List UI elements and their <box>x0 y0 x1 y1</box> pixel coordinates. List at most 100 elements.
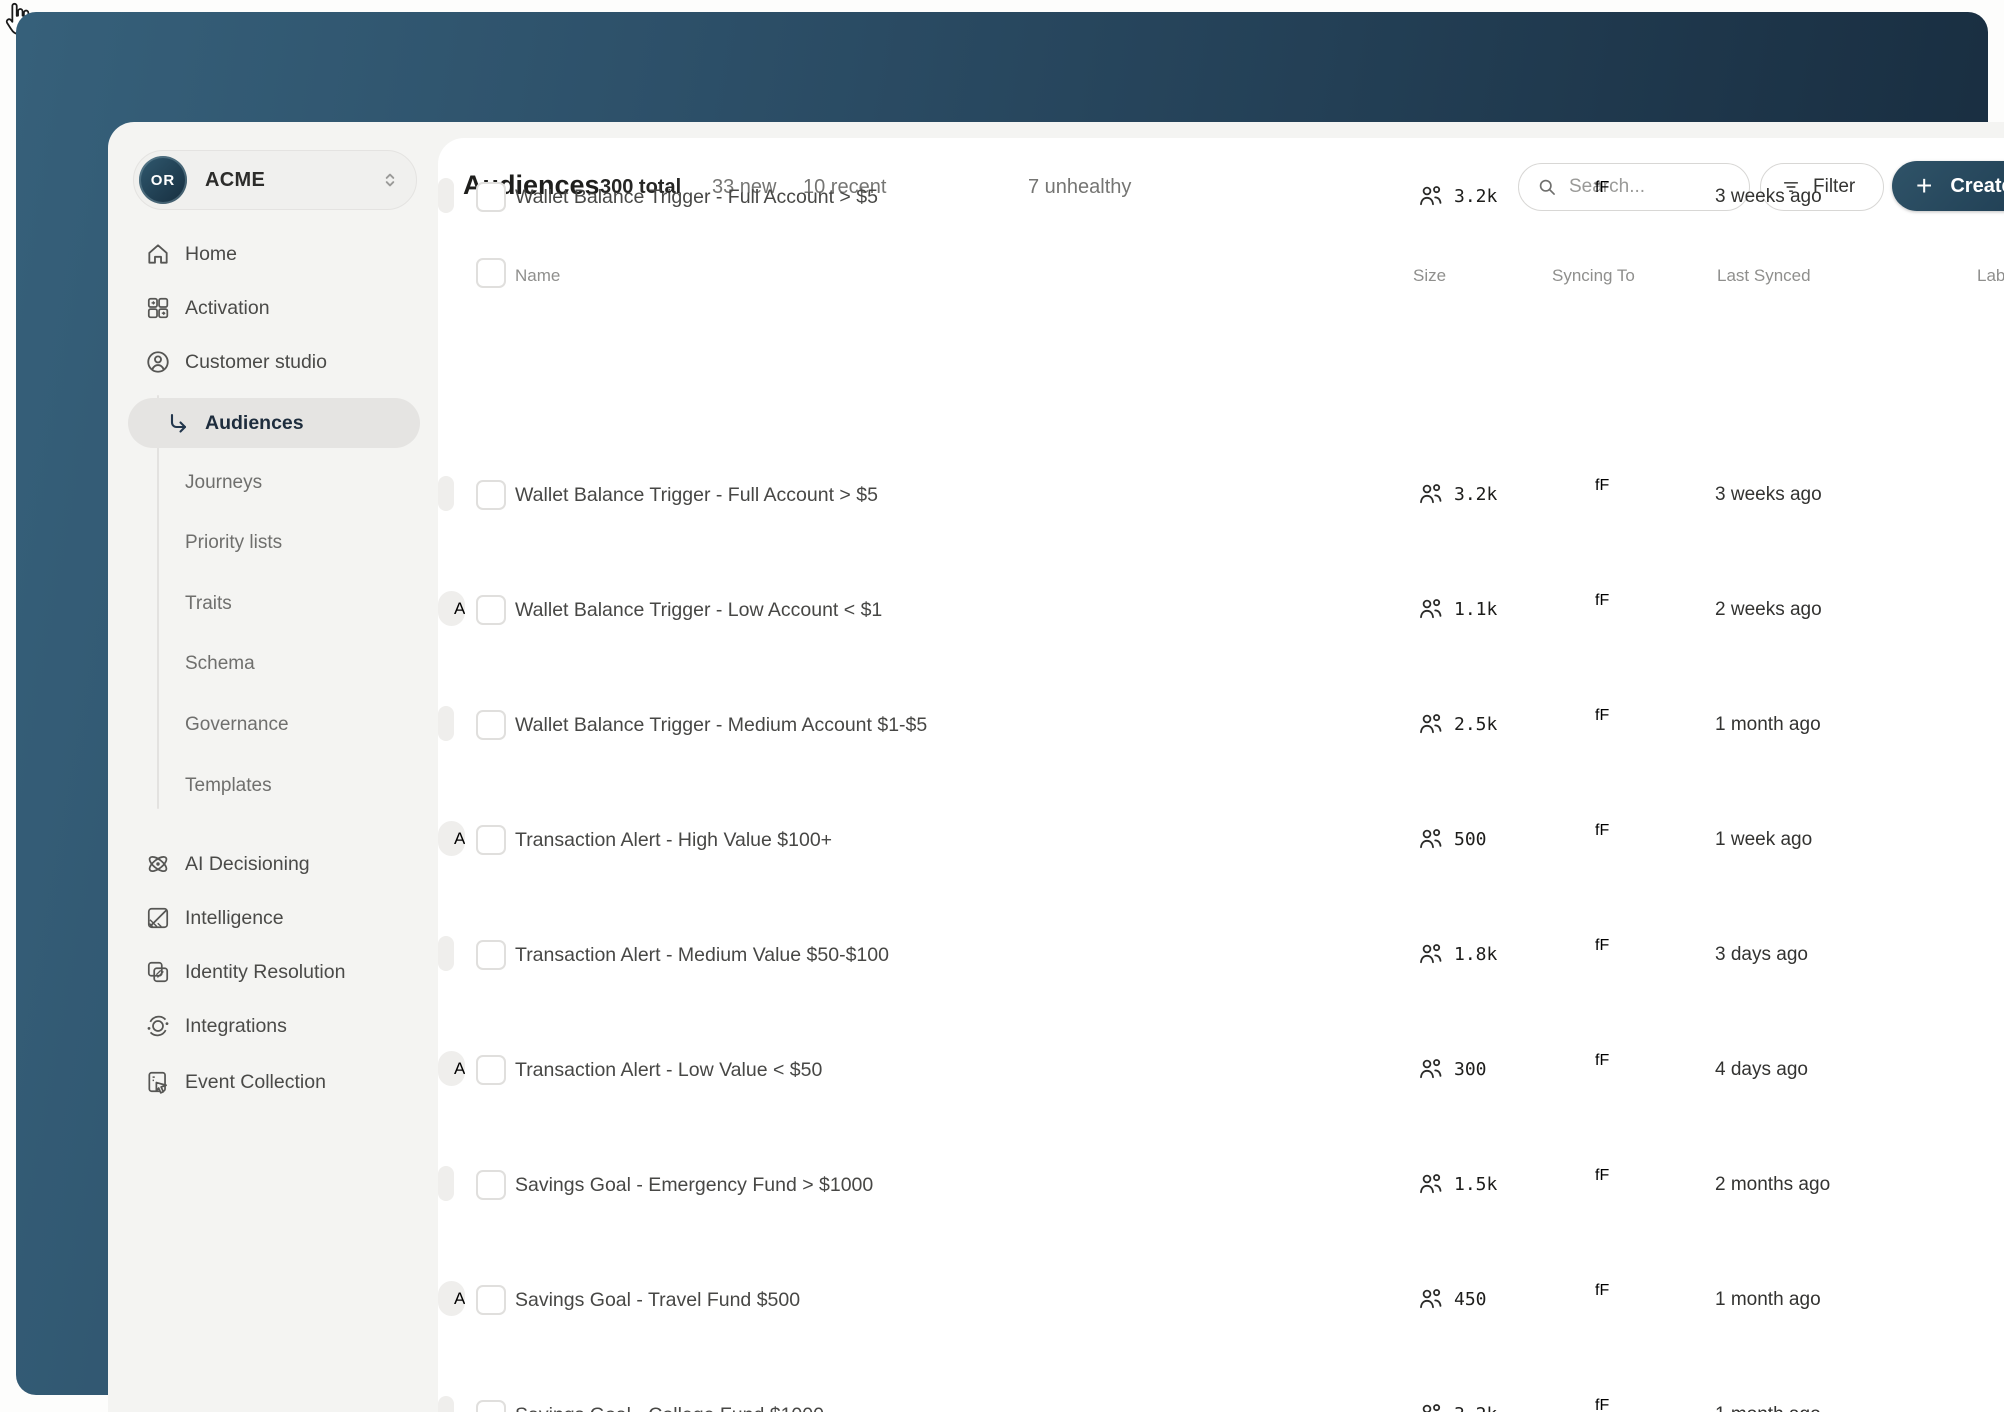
syncing-icons: f F salesforce <box>1595 179 1641 214</box>
table-row[interactable]: Wallet Balance Trigger - Full Account > … <box>438 436 2004 551</box>
sidebar-item-home[interactable]: Home <box>108 227 438 281</box>
label-badge <box>438 1166 454 1201</box>
label-badge <box>438 706 454 741</box>
syncing-icons: f F salesforce <box>1595 707 1641 742</box>
audience-size: 450 <box>1454 1289 1487 1310</box>
overlapping-squares-icon <box>145 959 171 985</box>
table-row[interactable]: Wallet Balance Trigger - Medium Account … <box>438 666 2004 781</box>
sidebar-item-intelligence[interactable]: Intelligence <box>108 891 438 945</box>
audience-size: 3.2k <box>1454 484 1498 505</box>
col-labels: Labels <box>1977 266 2004 285</box>
sidebar-item-audiences[interactable]: Audiences <box>128 398 420 448</box>
users-icon <box>1417 1055 1445 1083</box>
f-logo-icon: F <box>1599 592 1610 609</box>
home-icon <box>145 241 171 267</box>
label-badge <box>438 1396 454 1412</box>
users-icon <box>1417 1400 1445 1412</box>
f-logo-icon: F <box>1599 1052 1610 1069</box>
row-checkbox[interactable] <box>476 595 506 625</box>
table-row[interactable]: Transaction Alert - Low Value < $50 300 … <box>438 1011 2004 1126</box>
row-checkbox[interactable] <box>476 1055 506 1085</box>
table-header: Name Size Syncing To Last Synced Labels <box>438 250 2004 304</box>
sidebar-item-priority-lists[interactable]: Priority lists <box>108 521 438 565</box>
f-logo-icon: F <box>1599 179 1610 196</box>
f-logo-icon: F <box>1599 1167 1610 1184</box>
audience-size: 3.2k <box>1454 186 1498 207</box>
audience-name[interactable]: Wallet Balance Trigger - Low Account < $… <box>515 599 882 622</box>
table-row[interactable]: Savings Goal - Travel Fund $500 450 f F … <box>438 1241 2004 1356</box>
table-row[interactable]: Savings Goal - College Fund $1000 3.2k f… <box>438 1356 2004 1412</box>
row-checkbox[interactable] <box>476 710 506 740</box>
sidebar-item-customer-studio[interactable]: Customer studio <box>108 335 438 389</box>
app-root: OR ACME Home Activation Customer studio … <box>0 0 2004 1412</box>
main-content: Audiences 300 total 33 new 10 recent 7 u… <box>438 138 2004 1412</box>
orbit-icon <box>145 1013 171 1039</box>
f-logo-icon: F <box>1599 1397 1610 1412</box>
row-checkbox[interactable] <box>476 1285 506 1315</box>
row-checkbox[interactable] <box>476 480 506 510</box>
audience-name[interactable]: Wallet Balance Trigger - Full Account > … <box>515 484 878 507</box>
audience-name[interactable]: Transaction Alert - High Value $100+ <box>515 829 832 852</box>
col-name: Name <box>515 266 561 285</box>
last-synced: 2 months ago <box>1715 1174 1831 1195</box>
row-checkbox[interactable] <box>476 1170 506 1200</box>
audience-name[interactable]: Savings Goal - Emergency Fund > $1000 <box>515 1174 873 1197</box>
select-all-checkbox[interactable] <box>476 258 506 288</box>
syncing-icons: f F salesforce <box>1595 477 1641 512</box>
audience-name[interactable]: Transaction Alert - Low Value < $50 <box>515 1059 822 1082</box>
last-synced: 1 month ago <box>1715 1289 1821 1310</box>
audience-name[interactable]: Savings Goal - Travel Fund $500 <box>515 1289 800 1312</box>
sidebar-item-governance[interactable]: Governance <box>108 703 438 747</box>
audience-name[interactable]: Wallet Balance Trigger - Full Account > … <box>515 186 878 209</box>
audience-name[interactable]: Wallet Balance Trigger - Medium Account … <box>515 714 927 737</box>
users-icon <box>1417 1285 1445 1313</box>
syncing-icons: f F salesforce <box>1595 1282 1641 1317</box>
sidebar-item-event-collection[interactable]: Event Collection <box>108 1055 438 1109</box>
sidebar-item-schema[interactable]: Schema <box>108 642 438 686</box>
org-avatar: OR <box>139 156 187 204</box>
table-row[interactable]: Transaction Alert - Medium Value $50-$10… <box>438 896 2004 1011</box>
users-icon <box>1417 595 1445 623</box>
table-row[interactable]: Wallet Balance Trigger - Low Account < $… <box>438 551 2004 666</box>
label-badge: A <box>438 1281 466 1316</box>
table-row[interactable]: Savings Goal - Emergency Fund > $1000 1.… <box>438 1126 2004 1241</box>
sidebar-item-integrations[interactable]: Integrations <box>108 999 438 1053</box>
audience-size: 1.5k <box>1454 1174 1498 1195</box>
row-checkbox[interactable] <box>476 825 506 855</box>
row-checkbox[interactable] <box>476 1400 506 1412</box>
users-icon <box>1417 710 1445 738</box>
event-cursor-icon <box>145 1069 171 1095</box>
last-synced: 2 weeks ago <box>1715 599 1822 620</box>
label-badge <box>438 476 454 511</box>
audience-size: 300 <box>1454 1059 1487 1080</box>
col-last-synced: Last Synced <box>1717 266 1811 285</box>
table-row[interactable]: Wallet Balance Trigger - Full Account > … <box>438 138 2004 253</box>
audience-size: 500 <box>1454 829 1487 850</box>
last-synced: 3 weeks ago <box>1715 186 1822 207</box>
f-logo-icon: F <box>1599 477 1610 494</box>
audience-size: 3.2k <box>1454 1404 1497 1412</box>
atom-icon <box>145 851 171 877</box>
audience-size: 1.8k <box>1454 944 1498 965</box>
label-badge: A <box>438 1051 466 1086</box>
last-synced: 3 days ago <box>1715 944 1808 965</box>
row-checkbox[interactable] <box>476 940 506 970</box>
sidebar-item-ai-decisioning[interactable]: AI Decisioning <box>108 837 438 891</box>
sidebar-item-traits[interactable]: Traits <box>108 582 438 626</box>
last-synced: 1 week ago <box>1715 829 1813 850</box>
syncing-icons: f F salesforce <box>1595 1052 1641 1087</box>
sidebar-item-activation[interactable]: Activation <box>108 281 438 335</box>
sidebar-item-templates[interactable]: Templates <box>108 764 438 808</box>
sidebar: OR ACME Home Activation Customer studio … <box>108 122 438 1412</box>
last-synced: 1 month ago <box>1715 714 1821 735</box>
sidebar-item-identity-resolution[interactable]: Identity Resolution <box>108 945 438 999</box>
row-checkbox[interactable] <box>476 182 506 212</box>
customer-studio-icon <box>145 349 171 375</box>
sidebar-item-journeys[interactable]: Journeys <box>108 461 438 505</box>
org-name: ACME <box>205 168 266 191</box>
org-switcher[interactable]: OR ACME <box>133 150 417 210</box>
chart-hatch-icon <box>145 905 171 931</box>
audience-name[interactable]: Transaction Alert - Medium Value $50-$10… <box>515 944 889 967</box>
audience-name[interactable]: Savings Goal - College Fund $1000 <box>515 1404 824 1412</box>
table-row[interactable]: Transaction Alert - High Value $100+ 500… <box>438 781 2004 896</box>
